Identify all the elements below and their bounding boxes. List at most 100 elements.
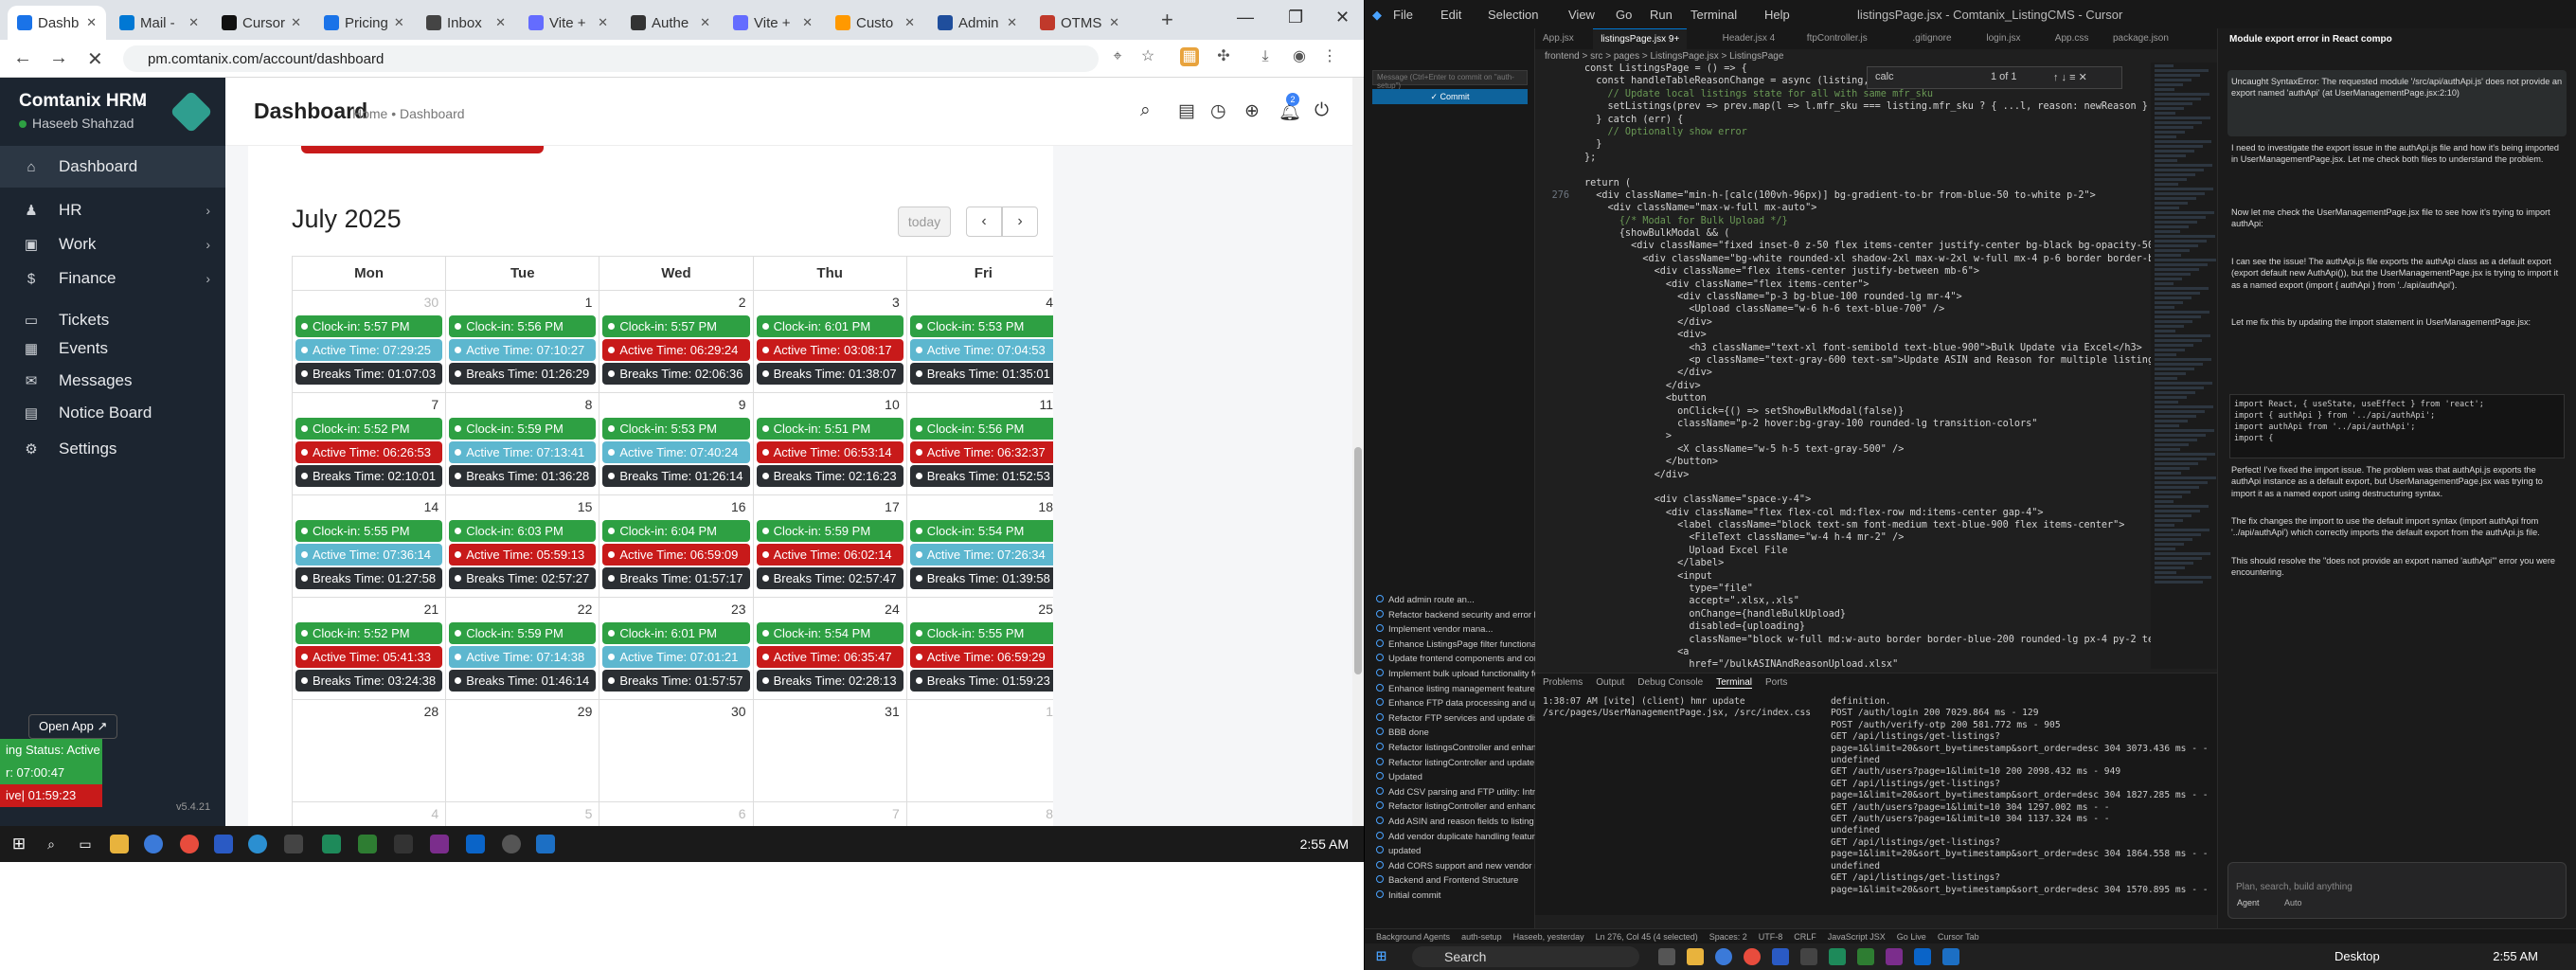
editor-menu-run[interactable]: Run — [1650, 8, 1673, 22]
attendance-event[interactable]: Active Time: 06:53:14 — [756, 441, 903, 463]
tab-close-icon[interactable]: ✕ — [495, 15, 506, 30]
outlook-icon[interactable] — [1942, 948, 1959, 965]
browser-tab[interactable]: Cursor ✕ — [212, 6, 311, 40]
tab-close-icon[interactable]: ✕ — [188, 15, 199, 30]
calendar-day-cell[interactable]: 1 Clock-in: 5:56 PM Active Time: 07:10:27 B… — [445, 290, 600, 393]
calendar-day-cell[interactable]: 24 Clock-in: 5:54 PM Active Time: 06:35:47… — [752, 597, 907, 700]
chrome-icon[interactable] — [144, 835, 163, 853]
git-commit-item[interactable]: Add vendor duplicate handling features..… — [1365, 830, 1535, 845]
status-item[interactable]: Ln 276, Col 45 (4 selected) — [1596, 932, 1698, 942]
editor-menu-edit[interactable]: Edit — [1440, 8, 1461, 22]
attendance-event[interactable]: Active Time: 07:14:38 — [449, 646, 597, 668]
calendar-day-cell[interactable]: 4 — [291, 801, 447, 826]
attendance-event[interactable]: Clock-in: 6:04 PM — [602, 520, 750, 542]
attendance-event[interactable]: Active Time: 06:26:53 — [295, 441, 443, 463]
browser-tab[interactable]: OTMS ✕ — [1030, 6, 1129, 40]
editor-tab[interactable]: login.jsx — [1978, 28, 2028, 49]
sheets-icon[interactable] — [1829, 948, 1846, 965]
editor-tab[interactable]: listingsPage.jsx 9+ — [1593, 28, 1688, 49]
attendance-event[interactable]: Breaks Time: 02:57:47 — [756, 567, 903, 589]
calendar-day-cell[interactable]: 8 — [905, 801, 1053, 826]
tab-close-icon[interactable]: ✕ — [700, 15, 710, 30]
attendance-event[interactable]: Clock-in: 5:56 PM — [449, 315, 597, 337]
calendar-day-cell[interactable]: 1 — [905, 699, 1053, 802]
attendance-event[interactable]: Breaks Time: 01:59:23 — [909, 670, 1053, 692]
attendance-event[interactable]: Clock-in: 5:57 PM — [295, 315, 443, 337]
editor-menu-selection[interactable]: Selection — [1488, 8, 1538, 22]
git-commit-item[interactable]: Refactor listingController and enhance .… — [1365, 799, 1535, 815]
next-month-button[interactable]: › — [1002, 207, 1038, 237]
git-commit-item[interactable]: Enhance FTP data processing and upda... — [1365, 696, 1535, 711]
status-item[interactable]: Background Agents — [1376, 932, 1450, 942]
git-commit-item[interactable]: Refactor FTP services and update distri.… — [1365, 711, 1535, 727]
attendance-event[interactable]: Breaks Time: 01:39:58 — [909, 567, 1053, 589]
attendance-event[interactable]: Clock-in: 5:51 PM — [756, 418, 903, 440]
excel-icon[interactable] — [358, 835, 377, 853]
terminal-node-output[interactable]: definition. POST /auth/login 200 7029.864… — [1831, 696, 2209, 914]
calendar-day-cell[interactable]: 31 — [752, 699, 907, 802]
attendance-event[interactable]: Clock-in: 5:55 PM — [909, 622, 1053, 644]
attendance-event[interactable]: Breaks Time: 01:35:01 — [909, 363, 1053, 385]
git-commit-item[interactable]: Add admin route an... — [1365, 593, 1535, 608]
location-icon[interactable]: ⌖ — [1108, 47, 1127, 66]
attendance-event[interactable]: Active Time: 07:29:25 — [295, 339, 443, 361]
editor-menu-view[interactable]: View — [1568, 8, 1595, 22]
status-item[interactable]: UTF-8 — [1759, 932, 1783, 942]
attendance-event[interactable]: Clock-in: 5:55 PM — [295, 520, 443, 542]
editor-tab[interactable]: App.jsx — [1535, 28, 1582, 49]
clock-out-button[interactable] — [301, 146, 544, 153]
calendar-day-cell[interactable]: 8 Clock-in: 5:59 PM Active Time: 07:13:41 B… — [445, 392, 600, 495]
clock-icon[interactable]: ◷ — [1210, 100, 1226, 122]
attendance-event[interactable]: Clock-in: 5:52 PM — [295, 418, 443, 440]
vscode-blue-icon[interactable] — [1914, 948, 1931, 965]
attendance-event[interactable]: Active Time: 06:32:37 — [909, 441, 1053, 463]
editor-tab[interactable]: ftpController.js — [1799, 28, 1875, 49]
status-item[interactable]: CRLF — [1794, 932, 1816, 942]
git-commit-item[interactable]: Backend and Frontend Structure — [1365, 873, 1535, 889]
sticky-note-icon[interactable]: ▤ — [1178, 100, 1195, 122]
attendance-event[interactable]: Breaks Time: 02:10:01 — [295, 465, 443, 487]
attendance-event[interactable]: Breaks Time: 01:26:29 — [449, 363, 597, 385]
git-commit-item[interactable]: Initial commit — [1365, 889, 1535, 904]
git-commit-item[interactable]: Refactor backend security and error ha..… — [1365, 608, 1535, 623]
git-commit-item[interactable]: Add CSV parsing and FTP utility: Introd.… — [1365, 785, 1535, 800]
attendance-event[interactable]: Breaks Time: 02:28:13 — [756, 670, 903, 692]
editor-menu-help[interactable]: Help — [1764, 8, 1790, 22]
chat-input[interactable]: Plan, search, build anything — [2227, 862, 2567, 919]
calendar-day-cell[interactable]: 16 Clock-in: 6:04 PM Active Time: 06:59:09… — [599, 494, 754, 598]
attendance-event[interactable]: Active Time: 07:26:34 — [909, 544, 1053, 566]
calendar-day-cell[interactable]: 5 — [445, 801, 600, 826]
editor-menu-file[interactable]: File — [1393, 8, 1413, 22]
file-explorer-icon[interactable] — [1687, 948, 1704, 965]
git-commit-item[interactable]: Update frontend components and confi... — [1365, 652, 1535, 667]
new-tab-button[interactable]: + — [1161, 8, 1173, 32]
attendance-event[interactable]: Breaks Time: 01:46:14 — [449, 670, 597, 692]
code-editor[interactable]: const ListingsPage = () => { const handl… — [1535, 63, 2217, 669]
vscode-blue-icon[interactable] — [466, 835, 485, 853]
vscode-icon[interactable] — [214, 835, 233, 853]
taskbar-search-box[interactable]: Search — [1412, 946, 1639, 967]
attendance-event[interactable]: Clock-in: 5:57 PM — [602, 315, 750, 337]
page-scrollbar[interactable] — [1352, 78, 1364, 826]
attendance-event[interactable]: Active Time: 07:10:27 — [449, 339, 597, 361]
attendance-event[interactable]: Breaks Time: 01:57:17 — [602, 567, 750, 589]
task-view-icon[interactable]: ▭ — [76, 835, 95, 853]
calendar-day-cell[interactable]: 10 Clock-in: 5:51 PM Active Time: 06:53:14… — [752, 392, 907, 495]
git-commit-item[interactable]: Implement vendor mana... — [1365, 622, 1535, 638]
tab-close-icon[interactable]: ✕ — [1007, 15, 1017, 30]
editor-minimap[interactable] — [2151, 63, 2217, 669]
tab-close-icon[interactable]: ✕ — [86, 15, 97, 30]
today-button[interactable]: today — [898, 207, 951, 237]
agent-mode-select[interactable]: Agent — [2237, 898, 2260, 907]
calendar-day-cell[interactable]: 18 Clock-in: 5:54 PM Active Time: 07:26:34… — [905, 494, 1053, 598]
calendar-day-cell[interactable]: 28 — [291, 699, 447, 802]
browser-tab[interactable]: Vite + ✕ — [724, 6, 822, 40]
status-item[interactable]: auth-setup — [1461, 932, 1502, 942]
outlook-icon[interactable] — [536, 835, 555, 853]
windows-start-icon[interactable]: ⊞ — [9, 835, 28, 853]
terminal-icon[interactable] — [394, 835, 413, 853]
attendance-event[interactable]: Active Time: 06:35:47 — [756, 646, 903, 668]
git-commit-item[interactable]: Enhance listing management features: I..… — [1365, 682, 1535, 697]
sidebar-item-settings[interactable]: ⚙ Settings — [0, 428, 225, 470]
attendance-event[interactable]: Breaks Time: 01:26:14 — [602, 465, 750, 487]
